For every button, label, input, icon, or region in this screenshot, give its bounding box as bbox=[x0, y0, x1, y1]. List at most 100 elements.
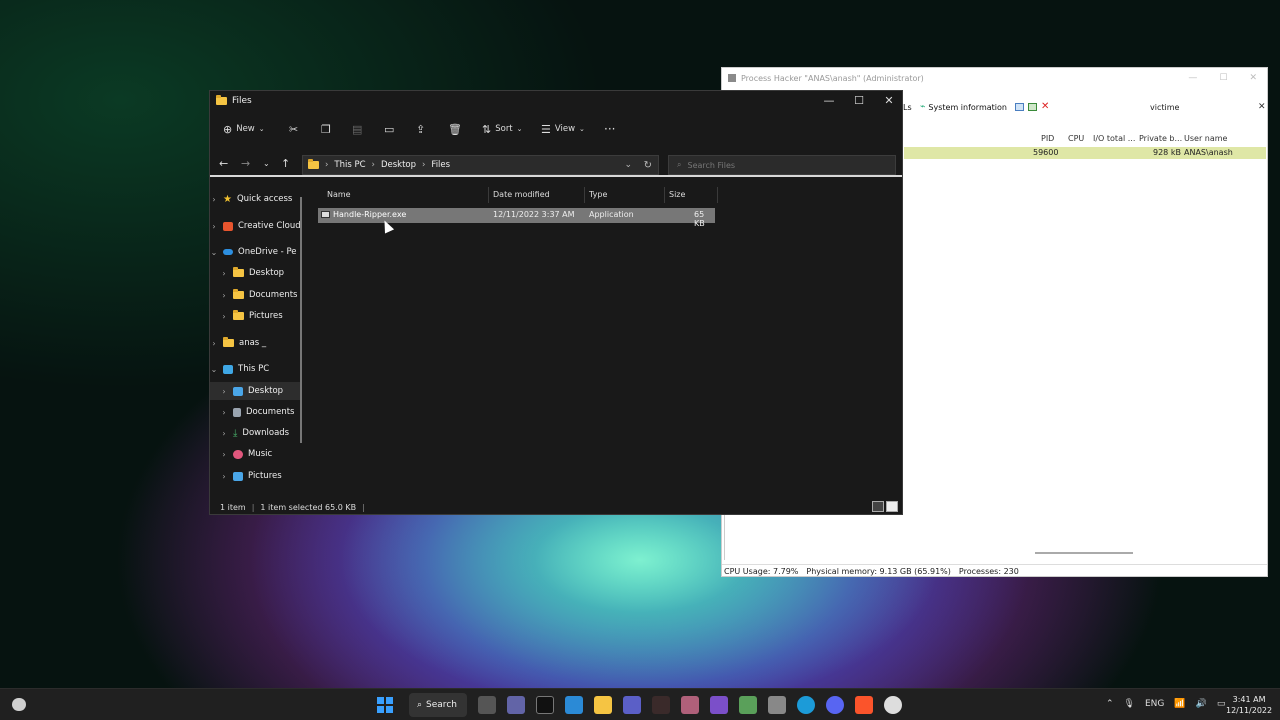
clock[interactable]: 3:41 AM 12/11/2022 bbox=[1226, 694, 1272, 716]
chevron-up-icon[interactable]: ⌃ bbox=[1106, 699, 1114, 709]
window-icon[interactable] bbox=[1015, 103, 1024, 111]
sort-button[interactable]: ⇅ Sort ⌄ bbox=[482, 122, 523, 136]
view-button[interactable]: ☰ View ⌄ bbox=[541, 122, 585, 136]
share-button[interactable]: ⇪ bbox=[416, 122, 425, 136]
column-divider[interactable] bbox=[717, 187, 718, 203]
nav-item-documents[interactable]: › Documents bbox=[210, 403, 302, 421]
maximize-button[interactable]: ☐ bbox=[1219, 73, 1227, 83]
refresh-icon[interactable]: ↻ bbox=[644, 160, 652, 171]
teams-icon[interactable] bbox=[623, 696, 641, 714]
file-row-selected[interactable]: Handle-Ripper.exe 12/11/2022 3:37 AM App… bbox=[318, 208, 715, 228]
process-hacker-icon[interactable] bbox=[739, 696, 757, 714]
chevron-right-icon[interactable]: › bbox=[220, 387, 228, 396]
column-divider[interactable] bbox=[488, 187, 489, 203]
nav-item-onedrive[interactable]: ⌄ OneDrive - Pe bbox=[210, 243, 302, 261]
brave-icon[interactable] bbox=[855, 696, 873, 714]
paste-button[interactable]: ▤ bbox=[352, 122, 362, 136]
file-explorer-icon[interactable] bbox=[594, 696, 612, 714]
task-view-icon[interactable] bbox=[478, 696, 496, 714]
address-bar[interactable]: › This PC › Desktop › Files ⌄ ↻ bbox=[302, 155, 659, 175]
process-hacker-titlebar[interactable]: Process Hacker "ANAS\anash" (Administrat… bbox=[722, 68, 1267, 88]
chrome-icon[interactable] bbox=[884, 696, 902, 714]
breadcrumb-files[interactable]: Files bbox=[431, 160, 450, 170]
nav-pane-scrollbar[interactable] bbox=[300, 197, 302, 443]
chevron-down-icon[interactable]: ⌄ bbox=[210, 248, 218, 257]
edge-icon[interactable] bbox=[797, 696, 815, 714]
nav-item-onedrive-documents[interactable]: › Documents bbox=[210, 286, 302, 304]
close-button[interactable]: ✕ bbox=[1249, 73, 1257, 83]
column-divider[interactable] bbox=[664, 187, 665, 203]
volume-icon[interactable]: 🔊 bbox=[1196, 699, 1207, 709]
chevron-right-icon[interactable]: › bbox=[220, 408, 228, 417]
col-private-bytes[interactable]: Private b... bbox=[1139, 134, 1182, 143]
discord-icon[interactable] bbox=[826, 696, 844, 714]
chevron-right-icon[interactable]: › bbox=[210, 339, 218, 348]
minimize-button[interactable]: — bbox=[1188, 73, 1197, 83]
close-button[interactable]: ✕ bbox=[882, 94, 896, 107]
wifi-icon[interactable]: 📶 bbox=[1174, 699, 1185, 709]
clear-search-icon[interactable]: ✕ bbox=[1258, 102, 1266, 112]
rename-button[interactable]: ▭ bbox=[384, 122, 394, 136]
nav-item-onedrive-desktop[interactable]: › Desktop bbox=[210, 264, 302, 282]
details-view-icon[interactable] bbox=[872, 501, 884, 512]
start-button[interactable] bbox=[377, 697, 393, 713]
col-date-modified[interactable]: Date modified bbox=[493, 190, 550, 199]
minimize-button[interactable]: — bbox=[822, 94, 836, 107]
close-red-icon[interactable]: ✕ bbox=[1041, 102, 1049, 112]
weather-icon[interactable] bbox=[12, 698, 26, 711]
avatar-app-icon[interactable] bbox=[681, 696, 699, 714]
col-user-name[interactable]: User name bbox=[1184, 134, 1227, 143]
battery-icon[interactable]: ▭ bbox=[1217, 699, 1226, 709]
app-dark-icon[interactable] bbox=[652, 696, 670, 714]
chevron-right-icon[interactable]: › bbox=[220, 269, 228, 278]
copy-button[interactable]: ❐ bbox=[321, 122, 331, 136]
unity-icon[interactable] bbox=[768, 696, 786, 714]
nav-item-this-pc[interactable]: ⌄ This PC bbox=[210, 360, 302, 378]
file-explorer-window[interactable]: Files — ☐ ✕ ⊕ New ⌄ ✂ ❐ ▤ ▭ ⇪ 🗑 ⇅ Sort ⌄… bbox=[209, 90, 903, 515]
address-dropdown-icon[interactable]: ⌄ bbox=[624, 160, 632, 170]
col-pid[interactable]: PID bbox=[1041, 134, 1054, 143]
nav-item-desktop[interactable]: › Desktop bbox=[210, 382, 302, 400]
col-size[interactable]: Size bbox=[669, 190, 685, 199]
nav-item-pictures[interactable]: › Pictures bbox=[210, 467, 302, 485]
nav-item-onedrive-pictures[interactable]: › Pictures bbox=[210, 307, 302, 325]
recent-locations-button[interactable]: ⌄ bbox=[263, 159, 270, 168]
terminal-icon[interactable] bbox=[536, 696, 554, 714]
language-indicator[interactable]: ENG bbox=[1145, 699, 1164, 709]
chevron-right-icon[interactable]: › bbox=[220, 472, 228, 481]
forward-button[interactable]: → bbox=[241, 157, 250, 170]
taskbar-search-button[interactable]: ⌕ Search bbox=[409, 693, 467, 717]
visual-studio-icon[interactable] bbox=[710, 696, 728, 714]
column-divider[interactable] bbox=[584, 187, 585, 203]
search-input[interactable] bbox=[687, 160, 878, 170]
nav-item-anas[interactable]: › anas _ bbox=[210, 334, 302, 352]
l-app-icon[interactable] bbox=[565, 696, 583, 714]
col-type[interactable]: Type bbox=[589, 190, 607, 199]
more-options-button[interactable]: ··· bbox=[604, 122, 615, 136]
chevron-right-icon[interactable]: › bbox=[220, 429, 228, 438]
tiles-view-icon[interactable] bbox=[886, 501, 898, 512]
chevron-right-icon[interactable]: › bbox=[220, 450, 228, 459]
col-cpu[interactable]: CPU bbox=[1068, 134, 1084, 143]
col-io-total[interactable]: I/O total ... bbox=[1093, 134, 1135, 143]
delete-button[interactable]: 🗑 bbox=[448, 122, 462, 136]
process-row[interactable]: 59600 928 kB ANAS\anash bbox=[904, 147, 1266, 159]
chevron-down-icon[interactable]: ⌄ bbox=[210, 365, 218, 374]
microphone-icon[interactable]: 🎙 bbox=[1124, 699, 1135, 709]
horizontal-scrollbar[interactable] bbox=[1035, 552, 1133, 554]
col-name[interactable]: Name bbox=[327, 190, 351, 199]
chevron-right-icon[interactable]: › bbox=[210, 195, 218, 204]
breadcrumb-desktop[interactable]: Desktop bbox=[381, 160, 416, 170]
breadcrumb-this-pc[interactable]: This PC bbox=[334, 160, 365, 170]
cut-button[interactable]: ✂ bbox=[289, 122, 298, 136]
nav-item-music[interactable]: › Music bbox=[210, 445, 302, 463]
nav-item-downloads[interactable]: › ⤓ Downloads bbox=[210, 424, 302, 442]
search-box[interactable]: ⌕ bbox=[668, 155, 896, 175]
chevron-right-icon[interactable]: › bbox=[220, 312, 228, 321]
window-find-icon[interactable] bbox=[1028, 103, 1037, 111]
nav-item-creative-cloud[interactable]: › Creative Cloud bbox=[210, 217, 302, 235]
up-button[interactable]: ↑ bbox=[281, 157, 290, 170]
process-search-input[interactable] bbox=[1146, 100, 1261, 114]
nav-item-quick-access[interactable]: › ★ Quick access bbox=[210, 190, 302, 208]
system-information-button[interactable]: ⌁ System information bbox=[920, 102, 1007, 112]
